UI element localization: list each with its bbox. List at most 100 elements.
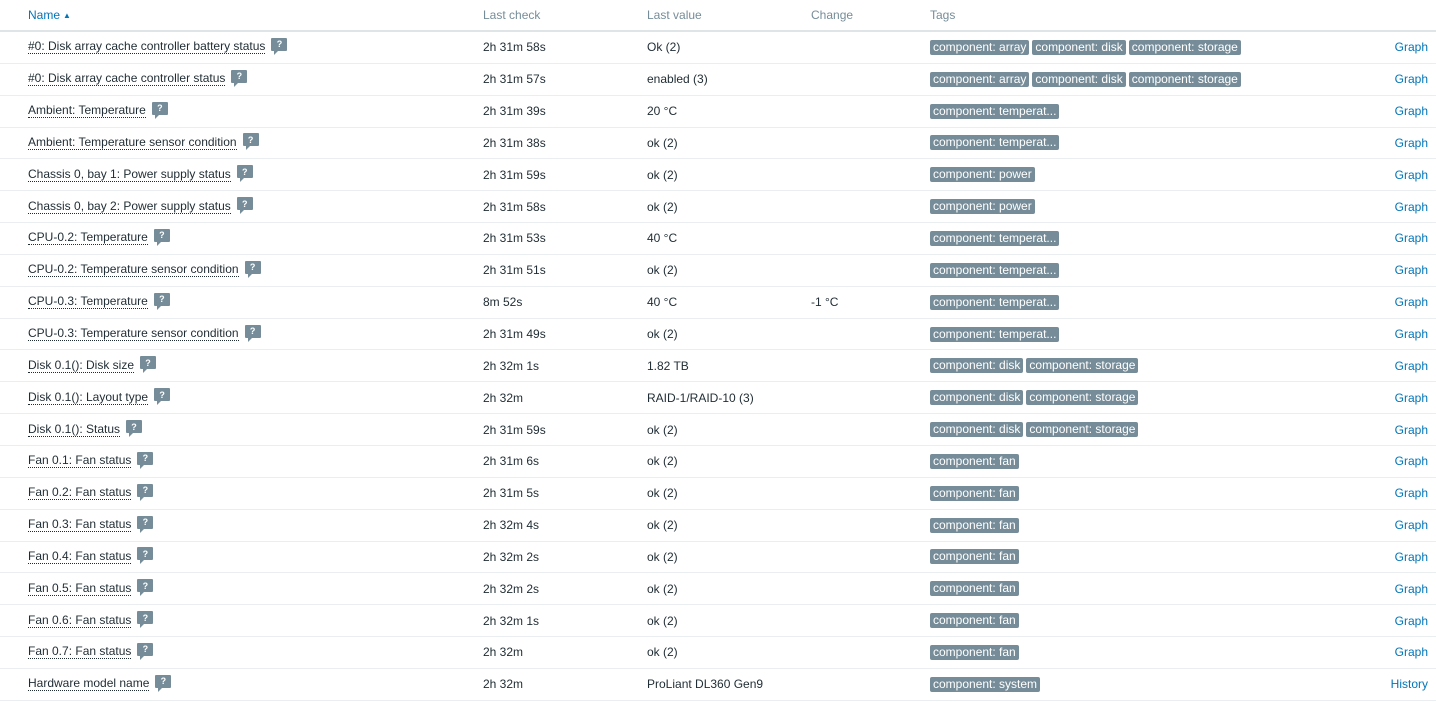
graph-link[interactable]: Graph [1395, 518, 1428, 532]
item-description-icon[interactable]: ? [154, 388, 171, 406]
item-name-link[interactable]: CPU-0.2: Temperature sensor condition [28, 263, 239, 278]
item-name-link[interactable]: Chassis 0, bay 2: Power supply status [28, 199, 231, 214]
item-action-cell: Graph [1395, 96, 1428, 127]
item-name-link[interactable]: Fan 0.7: Fan status [28, 645, 132, 660]
tag-badge[interactable]: component: temperat... [930, 103, 1060, 119]
tag-badge[interactable]: component: storage [1128, 39, 1241, 55]
item-description-icon[interactable]: ? [140, 356, 157, 374]
graph-link[interactable]: Graph [1395, 168, 1428, 182]
tag-badge[interactable]: component: storage [1026, 358, 1139, 374]
item-description-icon[interactable]: ? [137, 483, 154, 501]
tag-badge[interactable]: component: storage [1026, 422, 1139, 438]
tag-badge[interactable]: component: storage [1026, 390, 1139, 406]
item-name-link[interactable]: #0: Disk array cache controller battery … [28, 40, 266, 55]
graph-link[interactable]: History [1391, 677, 1428, 691]
item-description-icon[interactable]: ? [236, 165, 253, 183]
graph-link[interactable]: Graph [1395, 295, 1428, 309]
tag-badge[interactable]: component: fan [930, 644, 1019, 660]
graph-link[interactable]: Graph [1395, 582, 1428, 596]
tag-badge[interactable]: component: disk [930, 422, 1024, 438]
graph-link[interactable]: Graph [1395, 263, 1428, 277]
tag-badge[interactable]: component: fan [930, 453, 1019, 469]
item-name-link[interactable]: CPU-0.2: Temperature [28, 231, 148, 246]
tags-cell: component: temperat... [930, 287, 1062, 318]
item-name-link[interactable]: Fan 0.2: Fan status [28, 486, 132, 501]
item-name-link[interactable]: Hardware model name [28, 677, 150, 692]
graph-link[interactable]: Graph [1395, 645, 1428, 659]
item-description-icon[interactable]: ? [271, 37, 288, 55]
graph-link[interactable]: Graph [1395, 391, 1428, 405]
tag-badge[interactable]: component: power [930, 167, 1035, 183]
item-name-link[interactable]: CPU-0.3: Temperature sensor condition [28, 327, 239, 342]
item-description-icon[interactable]: ? [242, 133, 259, 151]
item-name-link[interactable]: Chassis 0, bay 1: Power supply status [28, 167, 231, 182]
item-description-icon[interactable]: ? [137, 642, 154, 660]
tag-badge[interactable]: component: storage [1128, 71, 1241, 87]
tag-badge[interactable]: component: disk [930, 358, 1024, 374]
item-description-icon[interactable]: ? [126, 420, 143, 438]
graph-link[interactable]: Graph [1395, 327, 1428, 341]
tag-badge[interactable]: component: temperat... [930, 230, 1060, 246]
tag-badge[interactable]: component: temperat... [930, 326, 1060, 342]
tag-badge[interactable]: component: disk [1032, 71, 1126, 87]
item-name-link[interactable]: Fan 0.1: Fan status [28, 454, 132, 469]
graph-link[interactable]: Graph [1395, 614, 1428, 628]
item-name-link[interactable]: Disk 0.1(): Layout type [28, 390, 149, 405]
tag-badge[interactable]: component: power [930, 199, 1035, 215]
item-description-icon[interactable]: ? [137, 451, 154, 469]
tag-badge[interactable]: component: fan [930, 581, 1019, 597]
item-description-icon[interactable]: ? [137, 579, 154, 597]
column-header-name[interactable]: Name ▲ [28, 0, 71, 30]
tag-badge[interactable]: component: temperat... [930, 294, 1060, 310]
item-name-link[interactable]: Ambient: Temperature sensor condition [28, 135, 237, 150]
item-description-icon[interactable]: ? [137, 515, 154, 533]
tag-badge[interactable]: component: array [930, 39, 1030, 55]
item-description-icon[interactable]: ? [231, 69, 248, 87]
graph-link[interactable]: Graph [1395, 231, 1428, 245]
item-description-icon[interactable]: ? [137, 547, 154, 565]
sort-ascending-icon: ▲ [63, 10, 71, 20]
item-description-icon[interactable]: ? [244, 260, 261, 278]
item-name-link[interactable]: CPU-0.3: Temperature [28, 295, 148, 310]
tag-badge[interactable]: component: disk [930, 390, 1024, 406]
last-value-cell: Ok (2) [647, 40, 681, 55]
graph-link[interactable]: Graph [1395, 423, 1428, 437]
tag-badge[interactable]: component: system [930, 676, 1041, 692]
item-description-icon[interactable]: ? [236, 197, 253, 215]
item-name-link[interactable]: Disk 0.1(): Status [28, 422, 121, 437]
item-name-link[interactable]: Fan 0.3: Fan status [28, 518, 132, 533]
graph-link[interactable]: Graph [1395, 359, 1428, 373]
tags-cell: component: fan [930, 510, 1022, 541]
item-description-icon[interactable]: ? [244, 324, 261, 342]
graph-link[interactable]: Graph [1395, 40, 1428, 54]
tag-badge[interactable]: component: fan [930, 613, 1019, 629]
graph-link[interactable]: Graph [1395, 550, 1428, 564]
item-description-icon[interactable]: ? [151, 101, 168, 119]
item-name-link[interactable]: Fan 0.6: Fan status [28, 613, 132, 628]
graph-link[interactable]: Graph [1395, 486, 1428, 500]
tag-badge[interactable]: component: array [930, 71, 1030, 87]
graph-link[interactable]: Graph [1395, 136, 1428, 150]
item-name-link[interactable]: #0: Disk array cache controller status [28, 72, 226, 87]
column-header-name-label[interactable]: Name [28, 8, 60, 22]
item-name-link[interactable]: Disk 0.1(): Disk size [28, 358, 135, 373]
graph-link[interactable]: Graph [1395, 200, 1428, 214]
tag-badge[interactable]: component: fan [930, 549, 1019, 565]
last-value-cell: ok (2) [647, 422, 678, 437]
item-name-link[interactable]: Fan 0.5: Fan status [28, 581, 132, 596]
item-description-icon[interactable]: ? [153, 228, 170, 246]
item-name-link[interactable]: Ambient: Temperature [28, 104, 146, 119]
tag-badge[interactable]: component: fan [930, 517, 1019, 533]
tag-badge[interactable]: component: temperat... [930, 135, 1060, 151]
item-name-link[interactable]: Fan 0.4: Fan status [28, 549, 132, 564]
graph-link[interactable]: Graph [1395, 454, 1428, 468]
graph-link[interactable]: Graph [1395, 72, 1428, 86]
tag-badge[interactable]: component: fan [930, 485, 1019, 501]
tag-badge[interactable]: component: disk [1032, 39, 1126, 55]
item-description-icon[interactable]: ? [153, 292, 170, 310]
tag-badge[interactable]: component: temperat... [930, 262, 1060, 278]
item-description-icon[interactable]: ? [137, 611, 154, 629]
item-description-icon[interactable]: ? [155, 674, 172, 692]
graph-link[interactable]: Graph [1395, 104, 1428, 118]
last-check-cell: 2h 32m 4s [483, 518, 540, 533]
